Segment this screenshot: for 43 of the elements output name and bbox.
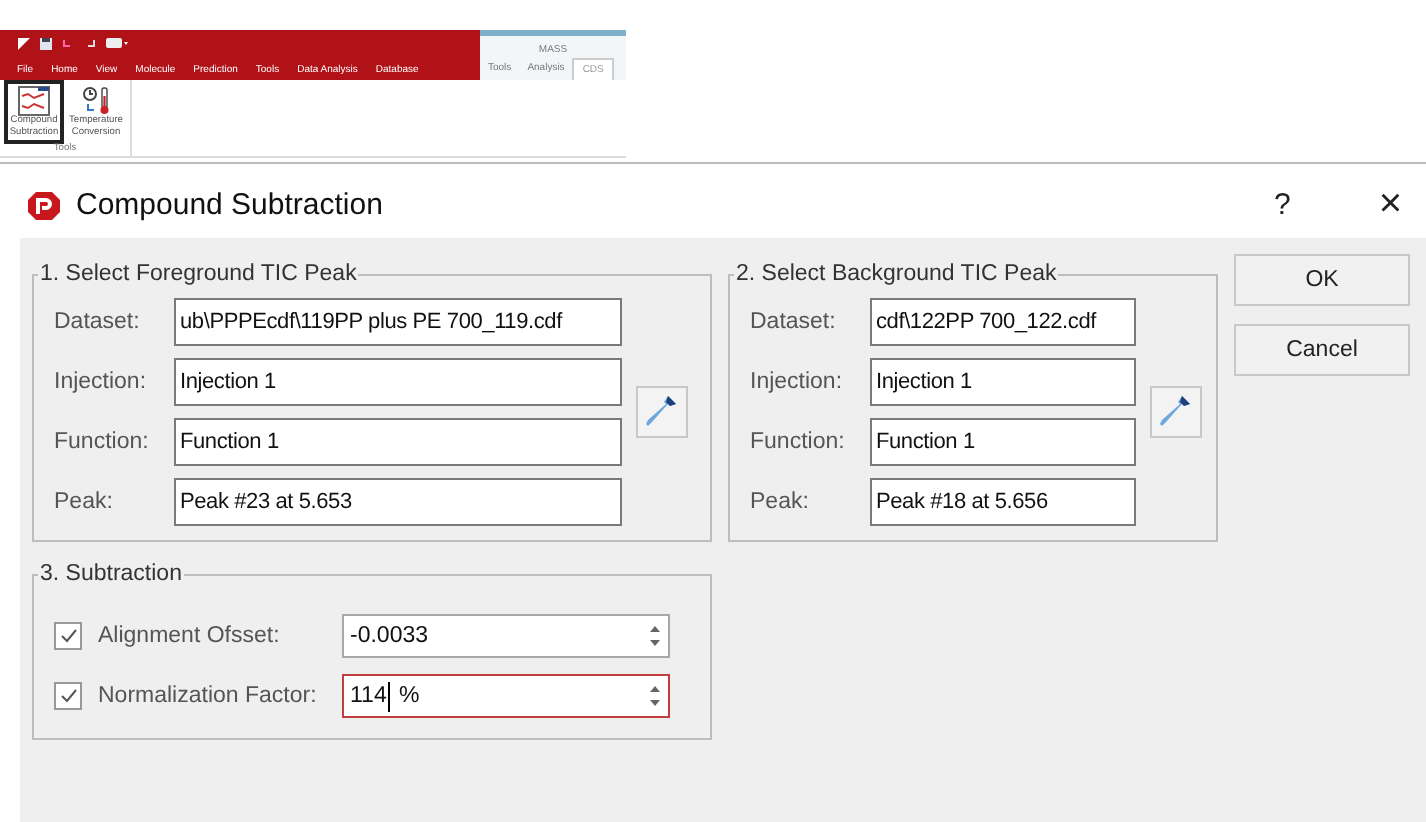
clock-thermometer-icon: [80, 86, 112, 116]
input-field[interactable]: Function 1: [174, 418, 622, 466]
chart-lines-icon: [18, 86, 50, 116]
field-label: Dataset:: [750, 310, 838, 334]
checkmark-icon: [59, 688, 77, 704]
field-label: Injection:: [750, 370, 845, 394]
spin-arrows-icon[interactable]: [648, 682, 662, 710]
input-field[interactable]: Function 1: [870, 418, 1136, 466]
group-title: 2. Select Background TIC Peak: [734, 262, 1059, 286]
field-label: Function:: [750, 430, 847, 454]
spin-field[interactable]: 114 %: [342, 674, 670, 718]
checkbox[interactable]: [54, 622, 82, 650]
eyedropper-button[interactable]: [1150, 386, 1202, 438]
field-label: Dataset:: [54, 310, 142, 334]
checkmark-icon: [59, 628, 77, 644]
input-field[interactable]: Peak #23 at 5.653: [174, 478, 622, 526]
input-field[interactable]: Injection 1: [174, 358, 622, 406]
input-field[interactable]: Injection 1: [870, 358, 1136, 406]
eyedropper-button[interactable]: [636, 386, 688, 438]
group-title: 3. Subtraction: [38, 562, 184, 586]
spin-arrows-icon[interactable]: [648, 622, 662, 650]
close-button[interactable]: ×: [1378, 182, 1402, 228]
eyedropper-icon: [646, 394, 678, 430]
field-label: Normalization Factor:: [98, 684, 319, 708]
input-field[interactable]: cdf\122PP 700_122.cdf: [870, 298, 1136, 346]
eyedropper-icon: [1160, 394, 1192, 430]
input-field[interactable]: ub\PPPEcdf\119PP plus PE 700_119.cdf: [174, 298, 622, 346]
app-logo-icon: [28, 189, 60, 221]
spin-field[interactable]: -0.0033: [342, 614, 670, 658]
field-label: Alignment Ofsset:: [98, 624, 282, 648]
field-label: Injection:: [54, 370, 149, 394]
help-button[interactable]: ?: [1273, 188, 1291, 222]
checkbox[interactable]: [54, 682, 82, 710]
text-cursor: [388, 681, 391, 711]
group-title: 1. Select Foreground TIC Peak: [38, 262, 359, 286]
window-title: Compound Subtraction: [76, 188, 385, 222]
field-label: Peak:: [750, 490, 811, 514]
field-label: Function:: [54, 430, 151, 454]
dialog-button[interactable]: OK: [1234, 254, 1410, 306]
field-label: Peak:: [54, 490, 115, 514]
dialog-button[interactable]: Cancel: [1234, 324, 1410, 376]
input-field[interactable]: Peak #18 at 5.656: [870, 478, 1136, 526]
save-icon[interactable]: [40, 37, 52, 49]
